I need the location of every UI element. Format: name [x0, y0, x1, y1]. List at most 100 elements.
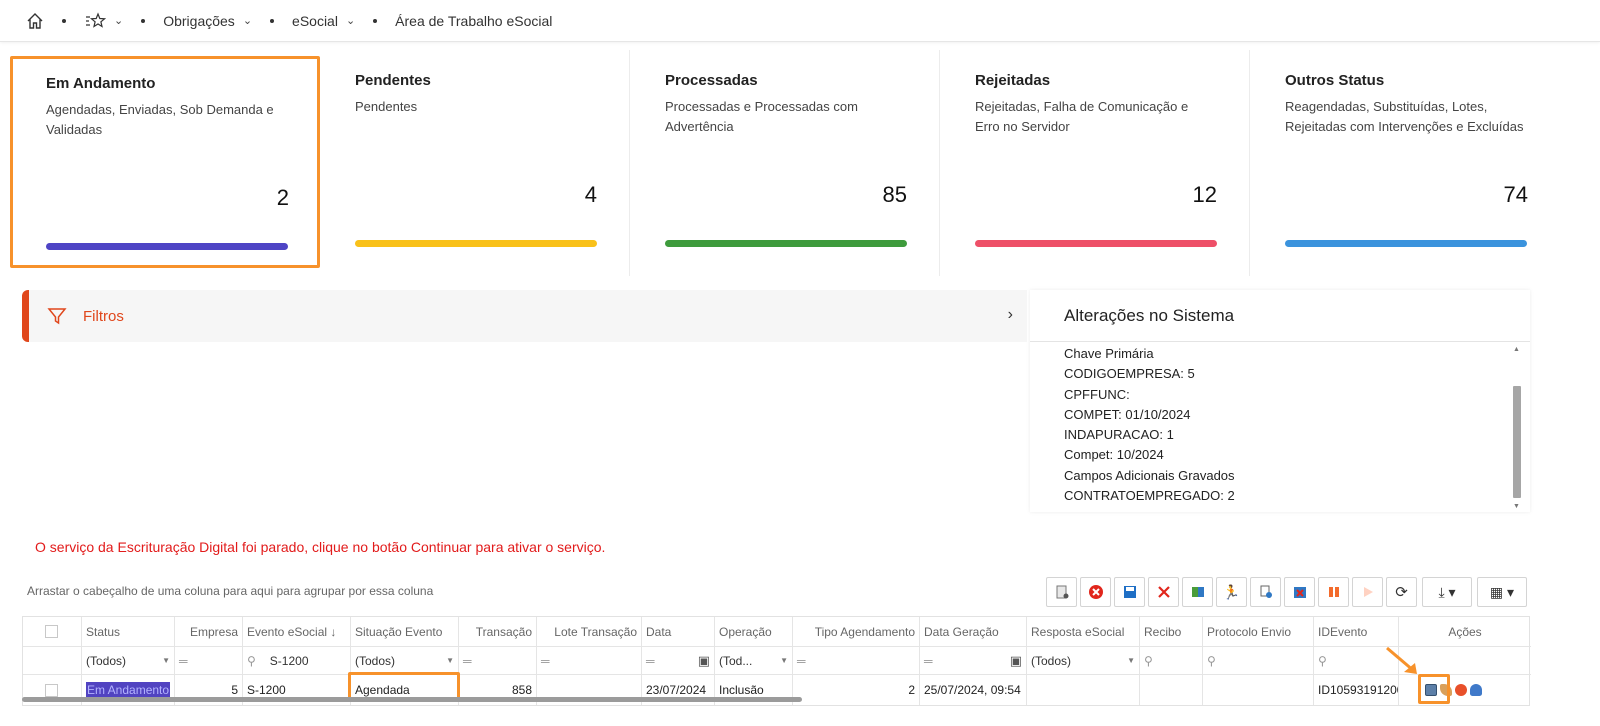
refresh-button[interactable]: ⟳	[1386, 577, 1417, 607]
change-line: CPFFUNC:	[1064, 386, 1130, 402]
copy-doc-button[interactable]	[1250, 577, 1281, 607]
anchor-icon[interactable]	[1470, 684, 1482, 696]
row-checkbox[interactable]	[45, 683, 58, 697]
breadcrumb-separator	[141, 18, 146, 23]
breadcrumb-separator	[373, 18, 378, 23]
scroll-thumb[interactable]	[1513, 386, 1521, 498]
card-description: Processadas e Processadas com Advertênci…	[665, 99, 858, 134]
empresa-filter[interactable]: ═	[175, 647, 243, 674]
column-header-lote[interactable]: Lote Transação	[537, 617, 642, 646]
chevron-right-icon[interactable]: ›	[1008, 306, 1013, 324]
card-count: 12	[1192, 182, 1217, 207]
stop-icon[interactable]	[1455, 684, 1467, 696]
card-color-bar	[46, 243, 288, 250]
home-icon[interactable]	[26, 12, 44, 30]
protocolo-filter[interactable]: ⚲	[1203, 647, 1314, 674]
settings-doc-button[interactable]	[1046, 577, 1077, 607]
change-line: INDAPURACAO: 1	[1064, 427, 1174, 443]
card-rejeitadas[interactable]: Rejeitadas Rejeitadas, Falha de Comunica…	[940, 50, 1250, 276]
resposta-filter-select[interactable]: (Todos) ▼	[1027, 647, 1140, 674]
tipo-filter[interactable]: ═	[793, 647, 920, 674]
scroll-down-icon[interactable]: ▼	[1513, 503, 1520, 510]
horizontal-scrollbar[interactable]	[22, 697, 802, 702]
select-all-checkbox[interactable]	[45, 625, 58, 638]
breadcrumb-label: eSocial	[292, 12, 338, 29]
transacao-filter[interactable]: ═	[459, 647, 537, 674]
card-color-bar	[355, 240, 597, 247]
card-description: Rejeitadas, Falha de Comunicação e Erro …	[975, 99, 1189, 134]
system-changes-title: Alterações no Sistema	[1030, 290, 1530, 342]
data-filter[interactable]: ═ ▣	[642, 647, 715, 674]
column-header-idevento[interactable]: IDEvento	[1314, 617, 1399, 646]
card-title: Outros Status	[1285, 72, 1385, 89]
favorites-menu[interactable]: ⌄	[84, 11, 123, 30]
doc-gear-icon	[1056, 585, 1068, 599]
equals-icon: ═	[541, 653, 550, 668]
column-header-data-geracao[interactable]: Data Geração	[920, 617, 1027, 646]
group-by-hint: Arrastar o cabeçalho de uma coluna para …	[27, 584, 434, 598]
recibo-filter[interactable]: ⚲	[1140, 647, 1203, 674]
equals-icon: ═	[924, 653, 933, 668]
calendar-button[interactable]	[1284, 577, 1315, 607]
equals-icon: ═	[797, 653, 806, 668]
download-icon: ⤓ ▾	[1438, 583, 1456, 600]
breadcrumb-separator	[270, 18, 275, 23]
filter-value: S-1200	[269, 653, 309, 668]
calendar-icon[interactable]: ▣	[1010, 653, 1022, 669]
columns-dropdown[interactable]: ▦ ▾	[1477, 577, 1527, 607]
lote-filter[interactable]: ═	[537, 647, 642, 674]
save-icon	[1123, 586, 1136, 598]
grid-filter-row: (Todos) ▼ ═ ⚲ S-1200 (Todos) ▼ ═ ═ ═ ▣ (Tod.…	[23, 647, 1531, 675]
status-filter-select[interactable]: (Todos) ▼	[82, 647, 175, 674]
scroll-up-icon[interactable]: ▲	[1513, 346, 1520, 353]
card-color-bar	[975, 240, 1217, 247]
pause-button[interactable]	[1318, 577, 1349, 607]
data-geracao-filter[interactable]: ═ ▣	[920, 647, 1027, 674]
change-line: CONTRATOEMPREGADO: 2	[1064, 488, 1235, 504]
card-count: 2	[276, 185, 289, 210]
column-header-data[interactable]: Data	[642, 617, 715, 646]
export-dropdown[interactable]: ⤓ ▾	[1422, 577, 1472, 607]
breadcrumb-obrigacoes[interactable]: Obrigações ⌄	[163, 13, 252, 29]
delete-button[interactable]	[1148, 577, 1179, 607]
card-title: Em Andamento	[46, 75, 156, 92]
run-button[interactable]: 🏃	[1216, 577, 1247, 607]
running-man-icon: 🏃	[1222, 583, 1241, 600]
breadcrumb-label: Área de Trabalho eSocial	[395, 12, 553, 29]
transfer-button[interactable]	[1182, 577, 1213, 607]
system-changes-panel: Alterações no Sistema Chave Primária COD…	[1030, 290, 1530, 512]
vertical-scrollbar[interactable]: ▲ ▼	[1512, 346, 1522, 510]
filters-panel[interactable]: Filtros ›	[22, 290, 1027, 342]
breadcrumb-esocial[interactable]: eSocial ⌄	[292, 13, 355, 29]
column-header-transacao[interactable]: Transação	[459, 617, 537, 646]
select-all-cell	[23, 617, 82, 646]
card-outros-status[interactable]: Outros Status Reagendadas, Substituídas,…	[1250, 50, 1560, 276]
cancel-button[interactable]	[1080, 577, 1111, 607]
cell-idevento: ID10593191200	[1314, 675, 1399, 705]
calendar-icon[interactable]: ▣	[698, 653, 710, 669]
evento-filter[interactable]: ⚲ S-1200	[243, 647, 351, 674]
operacao-filter-select[interactable]: (Tod... ▼	[715, 647, 793, 674]
breadcrumb: ⌄ Obrigações ⌄ eSocial ⌄ Área de Trabalh…	[0, 0, 1600, 42]
breadcrumb-label: Obrigações	[163, 12, 235, 29]
column-header-situacao[interactable]: Situação Evento	[351, 617, 459, 646]
column-header-empresa[interactable]: Empresa	[175, 617, 243, 646]
column-header-protocolo[interactable]: Protocolo Envio	[1203, 617, 1314, 646]
column-header-status[interactable]: Status	[82, 617, 175, 646]
column-header-evento[interactable]: Evento eSocial ↓	[243, 617, 351, 646]
column-header-operacao[interactable]: Operação	[715, 617, 793, 646]
column-header-recibo[interactable]: Recibo	[1140, 617, 1203, 646]
play-button[interactable]	[1352, 577, 1383, 607]
column-header-tipo-agendamento[interactable]: Tipo Agendamento	[793, 617, 920, 646]
save-button[interactable]	[1114, 577, 1145, 607]
column-header-resposta[interactable]: Resposta eSocial	[1027, 617, 1140, 646]
card-processadas[interactable]: Processadas Processadas e Processadas co…	[630, 50, 940, 276]
card-em-andamento[interactable]: Em Andamento Agendadas, Enviadas, Sob De…	[10, 56, 320, 268]
situacao-filter-select[interactable]: (Todos) ▼	[351, 647, 459, 674]
card-title: Pendentes	[355, 72, 431, 89]
equals-icon: ═	[179, 653, 188, 668]
refresh-icon: ⟳	[1395, 584, 1408, 601]
card-pendentes[interactable]: Pendentes Pendentes 4	[320, 50, 630, 276]
search-filter-icon: ⚲	[1318, 653, 1327, 668]
filters-label: Filtros	[83, 307, 124, 325]
